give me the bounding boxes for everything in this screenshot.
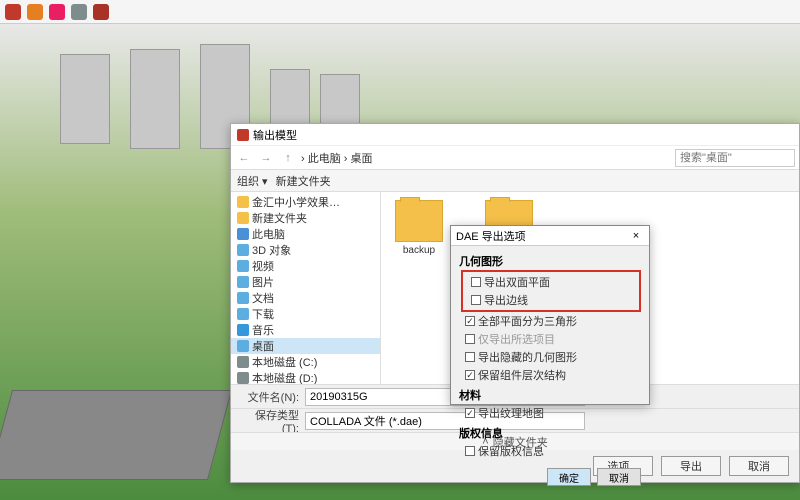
search-input[interactable] — [675, 149, 795, 167]
opt-credits[interactable]: 保留版权信息 — [459, 442, 641, 460]
opt-hidden-geom[interactable]: 导出隐藏的几何图形 — [459, 348, 641, 366]
folder-icon — [395, 200, 443, 242]
tree-label: 金汇中小学效果… — [252, 194, 340, 210]
dialog-title: 输出模型 — [253, 127, 297, 143]
toolbar-row: 组织 ▾ 新建文件夹 — [231, 170, 799, 192]
folder-icon — [237, 260, 249, 272]
file-label: backup — [389, 245, 449, 256]
opt-triangulate[interactable]: 全部平面分为三角形 — [459, 312, 641, 330]
folder-icon — [237, 372, 249, 384]
tree-item[interactable]: 桌面 — [231, 338, 380, 354]
section-materials: 材料 — [459, 387, 641, 403]
tree-item[interactable]: 本地磁盘 (D:) — [231, 370, 380, 384]
organize-button[interactable]: 组织 ▾ — [237, 173, 268, 189]
folder-icon — [237, 292, 249, 304]
tree-item[interactable]: 下载 — [231, 306, 380, 322]
tree-label: 此电脑 — [252, 226, 285, 242]
cancel-button[interactable]: 取消 — [729, 456, 789, 476]
highlight-box: 导出双面平面 导出边线 — [461, 270, 641, 312]
filetype-label: 保存类型(T): — [239, 407, 299, 435]
tree-item[interactable]: 图片 — [231, 274, 380, 290]
folder-icon — [237, 276, 249, 288]
options-buttons: 确定 取消 — [451, 464, 649, 490]
tree-item[interactable]: 此电脑 — [231, 226, 380, 242]
close-icon[interactable]: × — [628, 230, 644, 242]
nav-forward-icon[interactable]: → — [257, 152, 275, 164]
section-credits: 版权信息 — [459, 425, 641, 441]
main-toolbar — [0, 0, 800, 24]
filename-label: 文件名(N): — [239, 389, 299, 405]
tool-icon-3[interactable] — [49, 4, 65, 20]
tree-label: 音乐 — [252, 322, 274, 338]
app-icon — [237, 129, 249, 141]
folder-icon — [237, 212, 249, 224]
section-geometry: 几何图形 — [459, 253, 641, 269]
tree-label: 新建文件夹 — [252, 210, 307, 226]
opt-selection-only: 仅导出所选项目 — [459, 330, 641, 348]
tree-item[interactable]: 本地磁盘 (C:) — [231, 354, 380, 370]
folder-icon — [237, 340, 249, 352]
tree-label: 桌面 — [252, 338, 274, 354]
opt-export-edges[interactable]: 导出边线 — [465, 291, 637, 309]
options-ok-button[interactable]: 确定 — [547, 468, 591, 486]
tree-label: 本地磁盘 (D:) — [252, 370, 317, 384]
tree-item[interactable]: 文档 — [231, 290, 380, 306]
options-dialog: DAE 导出选项 × 几何图形 导出双面平面 导出边线 全部平面分为三角形 仅导… — [450, 225, 650, 405]
tree-item[interactable]: 音乐 — [231, 322, 380, 338]
folder-tree[interactable]: 金汇中小学效果…新建文件夹此电脑3D 对象视频图片文档下载音乐桌面本地磁盘 (C… — [231, 192, 381, 384]
dialog-titlebar: 输出模型 — [231, 124, 799, 146]
opt-textures[interactable]: 导出纹理地图 — [459, 404, 641, 422]
export-button[interactable]: 导出 — [661, 456, 721, 476]
opt-hierarchy[interactable]: 保留组件层次结构 — [459, 366, 641, 384]
options-cancel-button[interactable]: 取消 — [597, 468, 641, 486]
tree-item[interactable]: 3D 对象 — [231, 242, 380, 258]
new-folder-button[interactable]: 新建文件夹 — [276, 173, 331, 189]
nav-up-icon[interactable]: ↑ — [279, 152, 297, 164]
folder-icon — [237, 308, 249, 320]
tree-label: 3D 对象 — [252, 242, 291, 258]
tree-label: 文档 — [252, 290, 274, 306]
folder-icon — [237, 356, 249, 368]
tree-item[interactable]: 视频 — [231, 258, 380, 274]
tool-icon-4[interactable] — [71, 4, 87, 20]
options-titlebar: DAE 导出选项 × — [451, 226, 649, 246]
folder-icon — [237, 324, 249, 336]
tree-label: 图片 — [252, 274, 274, 290]
tool-icon-2[interactable] — [27, 4, 43, 20]
tree-label: 本地磁盘 (C:) — [252, 354, 317, 370]
tree-label: 下载 — [252, 306, 274, 322]
tool-icon-5[interactable] — [93, 4, 109, 20]
opt-two-sided[interactable]: 导出双面平面 — [465, 273, 637, 291]
folder-icon — [237, 244, 249, 256]
tool-icon-1[interactable] — [5, 4, 21, 20]
options-body: 几何图形 导出双面平面 导出边线 全部平面分为三角形 仅导出所选项目 导出隐藏的… — [451, 246, 649, 464]
folder-icon — [237, 196, 249, 208]
nav-back-icon[interactable]: ← — [235, 152, 253, 164]
tree-label: 视频 — [252, 258, 274, 274]
nav-bar: ← → ↑ › 此电脑 › 桌面 — [231, 146, 799, 170]
file-item[interactable]: backup — [389, 200, 449, 256]
options-title: DAE 导出选项 — [456, 228, 526, 244]
tree-item[interactable]: 金汇中小学效果… — [231, 194, 380, 210]
folder-icon — [237, 228, 249, 240]
tree-item[interactable]: 新建文件夹 — [231, 210, 380, 226]
breadcrumb[interactable]: › 此电脑 › 桌面 — [301, 150, 671, 166]
foreground-building — [0, 390, 232, 480]
